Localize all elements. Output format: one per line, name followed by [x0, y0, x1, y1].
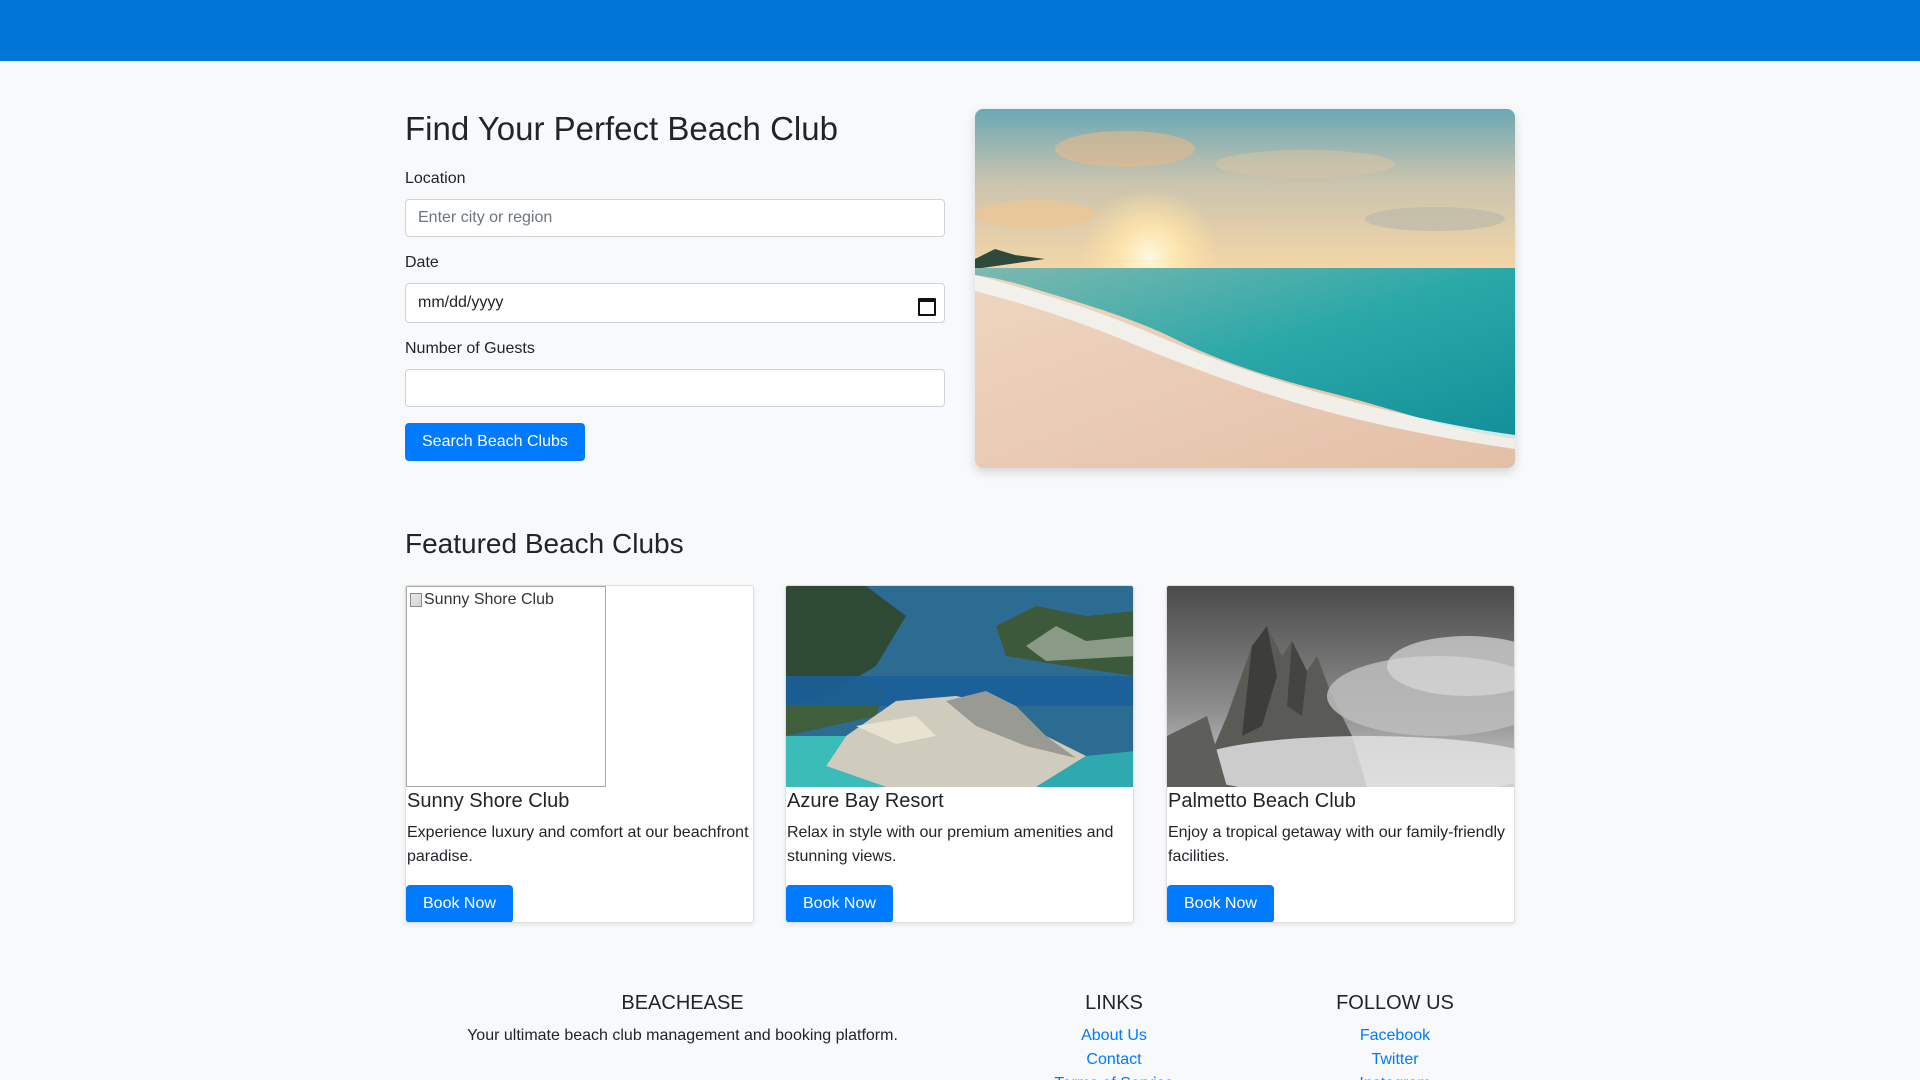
footer-social: FOLLOW US Facebook Twitter Instagram: [1270, 991, 1520, 1080]
location-placeholder: Enter city or region: [418, 208, 553, 226]
book-now-button[interactable]: Book Now: [406, 885, 513, 922]
broken-image: Sunny Shore Club: [406, 586, 606, 787]
search-button[interactable]: Search Beach Clubs: [405, 423, 585, 462]
book-now-button[interactable]: Book Now: [1167, 885, 1274, 922]
date-placeholder: mm/dd/yyyy: [418, 293, 504, 311]
footer-link-contact[interactable]: Contact: [989, 1048, 1239, 1072]
page-title: Find Your Perfect Beach Club: [405, 110, 838, 147]
date-label: Date: [405, 253, 439, 271]
card-title: Azure Bay Resort: [787, 790, 944, 812]
footer-link-facebook[interactable]: Facebook: [1270, 1024, 1520, 1048]
footer-about: BEACHEASE Your ultimate beach club manag…: [405, 991, 960, 1048]
guests-group: Number of Guests: [405, 339, 945, 408]
calendar-icon[interactable]: [918, 296, 936, 316]
card-image: [1167, 586, 1514, 787]
card-description: Experience luxury and comfort at our bea…: [407, 824, 749, 865]
broken-image-icon: [410, 593, 422, 607]
guests-input[interactable]: [405, 369, 945, 408]
featured-cards: Sunny Shore Club Sunny Shore Club Experi…: [405, 585, 1515, 923]
club-card: Azure Bay Resort Relax in style with our…: [785, 585, 1134, 923]
footer-link-terms[interactable]: Terms of Service: [989, 1072, 1239, 1080]
search-form: Find Your Perfect Beach Club Location En…: [405, 109, 945, 462]
club-card: Sunny Shore Club Sunny Shore Club Experi…: [405, 585, 754, 923]
date-input[interactable]: mm/dd/yyyy: [405, 282, 945, 323]
book-now-button[interactable]: Book Now: [786, 885, 893, 922]
hero-beach-image: [975, 109, 1515, 468]
footer-tagline: Your ultimate beach club management and …: [467, 1027, 898, 1044]
footer-link-twitter[interactable]: Twitter: [1270, 1048, 1520, 1072]
card-title: Sunny Shore Club: [407, 790, 570, 812]
featured-title: Featured Beach Clubs: [405, 528, 684, 559]
footer-brand: BEACHEASE: [621, 992, 744, 1014]
image-alt-text: Sunny Shore Club: [424, 591, 554, 608]
card-description: Enjoy a tropical getaway with our family…: [1168, 824, 1506, 865]
footer-link-about[interactable]: About Us: [989, 1024, 1239, 1048]
footer-links-title: LINKS: [1085, 992, 1143, 1014]
location-label: Location: [405, 169, 466, 187]
footer-follow-title: FOLLOW US: [1336, 992, 1454, 1014]
club-card: Palmetto Beach Club Enjoy a tropical get…: [1166, 585, 1515, 923]
card-title: Palmetto Beach Club: [1168, 790, 1356, 812]
guests-label: Number of Guests: [405, 339, 535, 357]
location-group: Location Enter city or region: [405, 169, 945, 237]
top-navbar: [0, 0, 1920, 61]
card-image: Sunny Shore Club: [406, 586, 753, 787]
card-image: [786, 586, 1133, 787]
card-description: Relax in style with our premium amenitie…: [787, 824, 1114, 865]
footer-links: LINKS About Us Contact Terms of Service: [989, 991, 1239, 1080]
date-group: Date mm/dd/yyyy: [405, 253, 945, 323]
footer-link-instagram[interactable]: Instagram: [1270, 1072, 1520, 1080]
location-input[interactable]: Enter city or region: [405, 198, 945, 237]
